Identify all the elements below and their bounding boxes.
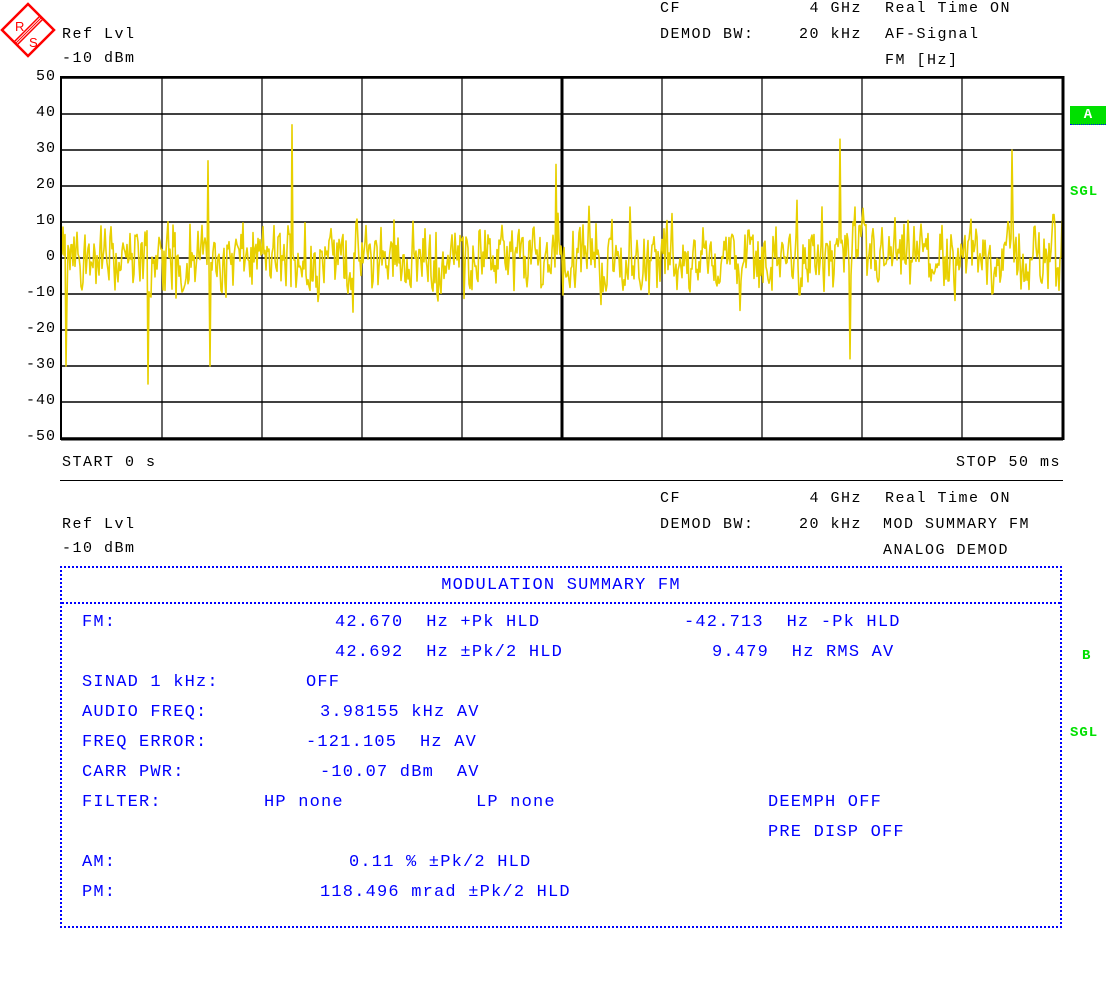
am-label: AM:	[82, 853, 117, 872]
stop-time-label: STOP 50 ms	[955, 454, 1061, 471]
mode-line1-b: MOD SUMMARY FM	[883, 516, 1031, 533]
audio-freq-value: 3.98155 kHz AV	[320, 703, 480, 722]
pre-disp-status: PRE DISP OFF	[768, 823, 905, 842]
filter-lp: LP none	[476, 793, 556, 812]
sweep-mode-b: SGL	[1070, 725, 1099, 741]
fm-trace-chart	[60, 76, 1065, 441]
ref-level-label-b: Ref Lvl	[62, 516, 136, 533]
deemph-status: DEEMPH OFF	[768, 793, 883, 812]
carr-pwr-label: CARR PWR:	[82, 763, 185, 782]
fm-half-peak: 42.692 Hz ±Pk/2 HLD	[335, 643, 564, 662]
fm-pos-peak: 42.670 Hz +Pk HLD	[335, 613, 541, 632]
fm-rms: 9.479 Hz RMS AV	[712, 643, 895, 662]
pm-label: PM:	[82, 883, 117, 902]
screen-b-badge[interactable]: B	[1082, 648, 1091, 664]
freq-error-label: FREQ ERROR:	[82, 733, 208, 752]
audio-freq-label: AUDIO FREQ:	[82, 703, 208, 722]
freq-error-value: -121.105 Hz AV	[306, 733, 478, 752]
filter-hp: HP none	[264, 793, 344, 812]
summary-title: MODULATION SUMMARY FM	[441, 576, 681, 595]
filter-label: FILTER:	[82, 793, 162, 812]
carr-pwr-value: -10.07 dBm AV	[320, 763, 480, 782]
modulation-summary-panel: MODULATION SUMMARY FM FM: 42.670 Hz +Pk …	[60, 566, 1062, 928]
ref-level-value-b: -10 dBm	[62, 540, 136, 557]
sweep-mode-a: SGL	[1070, 184, 1099, 200]
realtime-status-b: Real Time ON	[885, 490, 1012, 507]
start-time-label: START 0 s	[62, 454, 157, 471]
sinad-label: SINAD 1 kHz:	[82, 673, 219, 692]
sinad-value: OFF	[306, 673, 341, 692]
pm-value: 118.496 mrad ±Pk/2 HLD	[320, 883, 571, 902]
demod-bw-value-b: 20 kHz	[798, 516, 862, 533]
fm-label: FM:	[82, 613, 117, 632]
am-value: 0.11 % ±Pk/2 HLD	[349, 853, 532, 872]
demod-bw-label-b: DEMOD BW:	[660, 516, 755, 533]
summary-title-row: MODULATION SUMMARY FM	[62, 568, 1060, 604]
screen-a-badge[interactable]: A	[1070, 106, 1106, 125]
cf-label-b: CF	[660, 490, 682, 507]
screen-separator	[60, 480, 1063, 481]
cf-value-b: 4 GHz	[809, 490, 862, 507]
fm-neg-peak: -42.713 Hz -Pk HLD	[684, 613, 901, 632]
mode-line2-b: ANALOG DEMOD	[883, 542, 1010, 559]
